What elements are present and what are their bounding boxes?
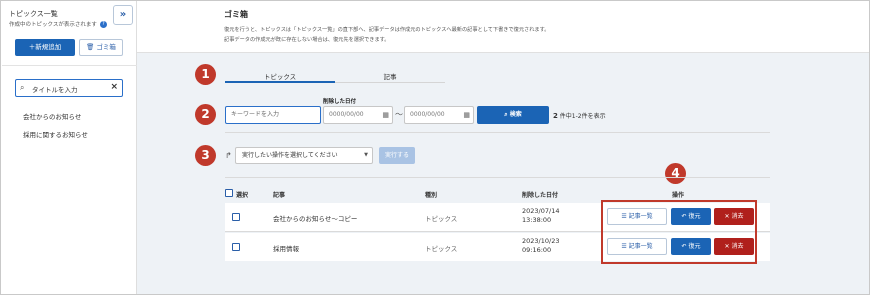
search-icon: ⌕: [504, 111, 508, 118]
step-badge-4: 4: [665, 163, 686, 184]
delete-button[interactable]: ✕ 消去: [714, 208, 754, 225]
delete-button[interactable]: ✕ 消去: [714, 238, 754, 255]
date-from-value: 0000/00/00: [329, 111, 364, 118]
restore-button[interactable]: ↶ 復元: [671, 208, 711, 225]
new-add-button[interactable]: ＋新規追加: [15, 39, 75, 56]
step-badge-2: 2: [195, 104, 216, 125]
result-count-number: 2: [553, 112, 558, 120]
date-to-input[interactable]: 0000/00/00 ▦: [404, 106, 474, 124]
main-panel: ゴミ箱 復元を行うと、トピックスは「トピックス一覧」の直下部へ、記事データは作成…: [137, 1, 869, 294]
th-action: 操作: [672, 192, 685, 199]
result-count: 2 件中1-2件を表示: [553, 111, 606, 120]
search-icon: ⌕: [20, 83, 25, 92]
row-date: 2023/07/14: [522, 207, 560, 215]
page-description-line1: 復元を行うと、トピックスは「トピックス一覧」の直下部へ、記事データは作成元のトピ…: [224, 27, 550, 33]
bulk-action-value: 実行したい操作を選択してください: [242, 152, 338, 159]
sidebar-title: トピックス一覧: [9, 10, 58, 18]
row-checkbox[interactable]: [232, 213, 240, 221]
step-badge-3: 3: [195, 145, 216, 166]
sidebar-search-text: タイトルを入力: [32, 86, 78, 94]
page-title: ゴミ箱: [224, 10, 248, 19]
page-header: ゴミ箱 復元を行うと、トピックスは「トピックス一覧」の直下部へ、記事データは作成…: [137, 1, 869, 53]
collapse-sidebar-button[interactable]: »: [113, 5, 133, 25]
search-button[interactable]: ⌕ 検索: [477, 106, 549, 124]
restore-label: 復元: [688, 213, 701, 220]
calendar-icon[interactable]: ▦: [382, 107, 389, 123]
sidebar-subtitle-text: 作成中のトピックスが表示されます: [9, 22, 97, 28]
close-icon: ✕: [724, 213, 730, 220]
undo-icon: ↶: [681, 213, 687, 220]
th-type: 種別: [425, 192, 438, 199]
page-description-line2: 記事データの作成元が既に存在しない場合は、復元先を選択できます。: [224, 37, 390, 43]
divider: [225, 177, 770, 178]
tab-articles[interactable]: 記事: [335, 71, 445, 81]
row-deleted-date: 2023/10/23 09:16:00: [522, 237, 559, 255]
search-button-label: 検索: [509, 111, 522, 118]
clear-icon[interactable]: ×: [110, 82, 118, 92]
delete-label: 消去: [731, 213, 744, 220]
sidebar-item-recruit-news[interactable]: 採用に関するお知らせ: [23, 129, 88, 139]
step-badge-1: 1: [195, 64, 216, 85]
date-range-separator: 〜: [395, 110, 403, 119]
sidebar-search-input[interactable]: ⌕ タイトルを入力 ×: [15, 79, 123, 97]
list-icon: ☰: [621, 243, 627, 250]
row-type: トピックス: [425, 215, 458, 223]
caret-down-icon: ▼: [364, 152, 368, 158]
row-checkbox[interactable]: [232, 243, 240, 251]
tab-topics[interactable]: トピックス: [225, 71, 335, 81]
th-deleted-date: 削除した日付: [522, 192, 559, 199]
restore-label: 復元: [688, 243, 701, 250]
share-arrow-icon: ↱: [225, 151, 232, 160]
delete-label: 消去: [731, 243, 744, 250]
result-count-text: 件中1-2件を表示: [559, 113, 606, 120]
row-article: 採用情報: [273, 245, 299, 253]
select-all-checkbox[interactable]: [225, 189, 233, 197]
trash-button-label: ゴミ箱: [96, 43, 116, 51]
sidebar-divider: [2, 65, 137, 66]
list-icon: ☰: [621, 213, 627, 220]
sidebar-item-company-news[interactable]: 会社からのお知らせ: [23, 111, 81, 121]
article-list-button[interactable]: ☰ 記事一覧: [607, 238, 667, 255]
undo-icon: ↶: [681, 243, 687, 250]
trash-icon: 🗑: [86, 43, 95, 51]
deleted-date-label: 削除した日付: [323, 99, 357, 105]
row-article: 会社からのお知らせ〜コピー: [273, 215, 358, 223]
article-list-label: 記事一覧: [628, 213, 653, 220]
th-select: 選択: [236, 192, 249, 199]
article-list-label: 記事一覧: [628, 243, 653, 250]
row-type: トピックス: [425, 245, 458, 253]
close-icon: ✕: [724, 243, 730, 250]
date-to-value: 0000/00/00: [410, 111, 445, 118]
row-time: 09:16:00: [522, 246, 552, 254]
help-icon[interactable]: ?: [99, 21, 107, 28]
sidebar: トピックス一覧 作成中のトピックスが表示されます? » ＋新規追加 🗑 ゴミ箱 …: [1, 1, 137, 294]
tab-active-indicator: [225, 81, 335, 83]
sidebar-subtitle: 作成中のトピックスが表示されます?: [9, 20, 107, 28]
execute-button[interactable]: 実行する: [379, 147, 415, 164]
date-from-input[interactable]: 0000/00/00 ▦: [323, 106, 393, 124]
page-description: 復元を行うと、トピックスは「トピックス一覧」の直下部へ、記事データは作成元のトピ…: [224, 25, 549, 45]
row-date: 2023/10/23: [522, 237, 560, 245]
restore-button[interactable]: ↶ 復元: [671, 238, 711, 255]
divider: [225, 132, 770, 133]
keyword-input[interactable]: キーワードを入力: [225, 106, 321, 124]
double-chevron-right-icon: »: [119, 9, 127, 20]
row-deleted-date: 2023/07/14 13:38:00: [522, 207, 559, 225]
trash-button[interactable]: 🗑 ゴミ箱: [79, 39, 123, 56]
th-article: 記事: [273, 192, 286, 199]
bulk-action-select[interactable]: 実行したい操作を選択してください ▼: [235, 147, 373, 164]
row-time: 13:38:00: [522, 216, 552, 224]
article-list-button[interactable]: ☰ 記事一覧: [607, 208, 667, 225]
calendar-icon[interactable]: ▦: [463, 107, 470, 123]
